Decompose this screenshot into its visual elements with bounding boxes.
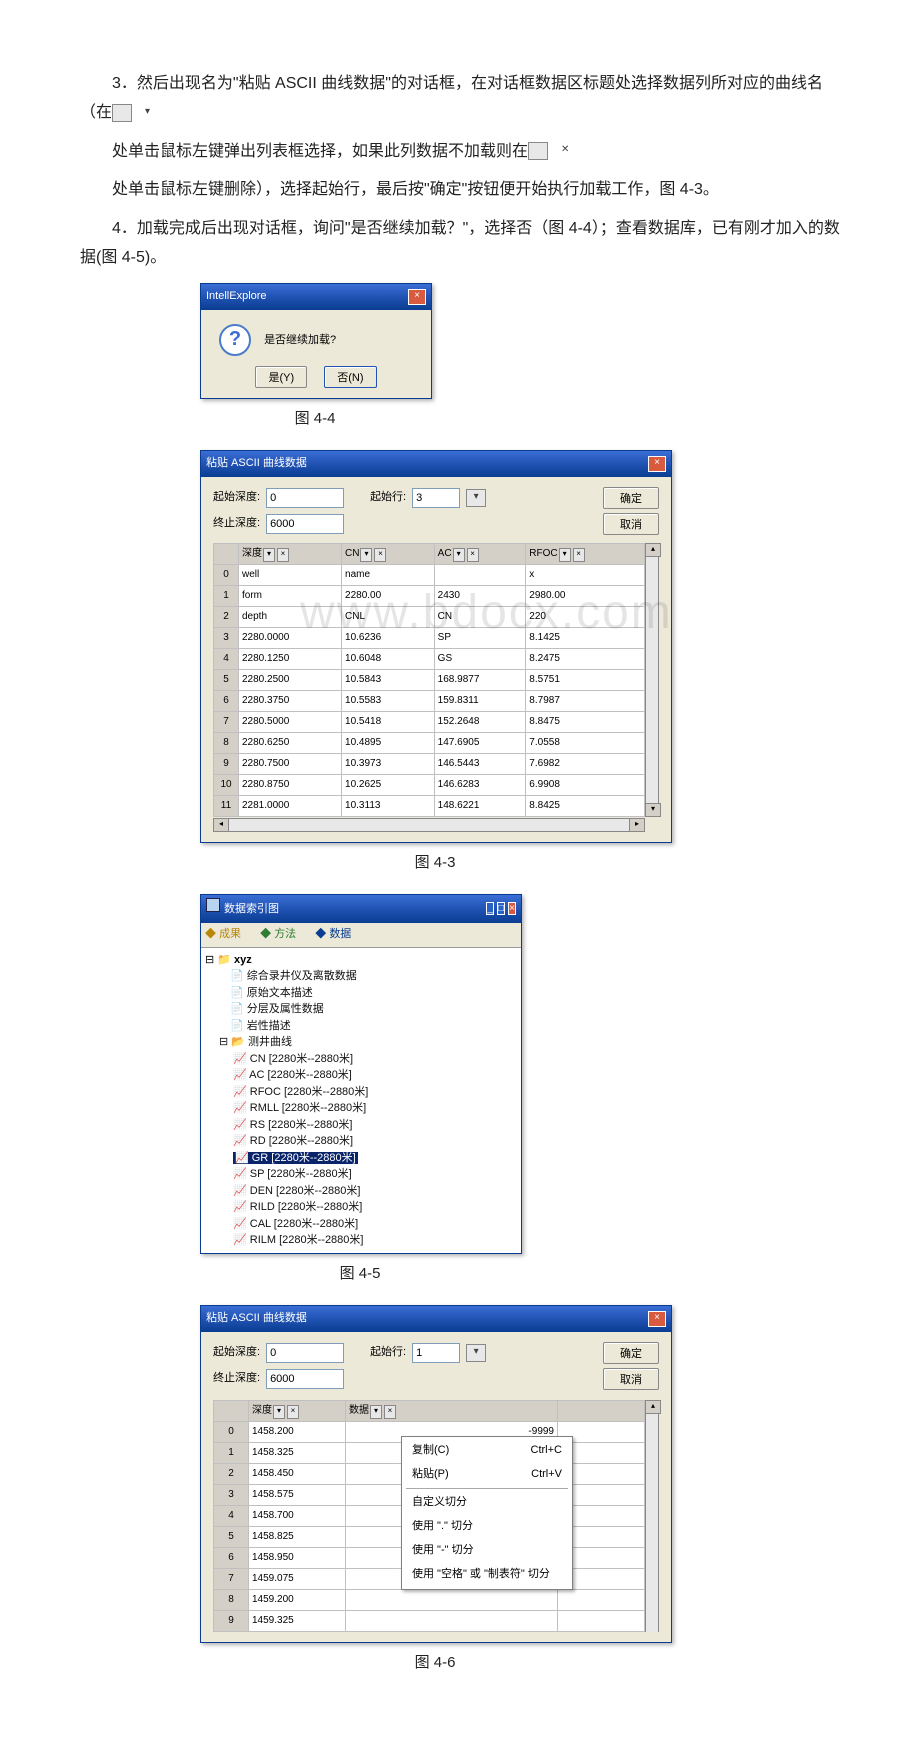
window-data-index: 数据索引图 _ □ × ◆ 成果 ◆ 方法 ◆ 数据 ⊟ 📁 xyz 📄 综合录… bbox=[200, 894, 522, 1254]
label-start-depth: 起始深度: bbox=[213, 1343, 260, 1363]
tab-bar: ◆ 成果 ◆ 方法 ◆ 数据 bbox=[201, 923, 521, 948]
titlebar[interactable]: IntellExplore × bbox=[201, 284, 431, 310]
close-icon[interactable]: × bbox=[648, 456, 666, 472]
dropdown-icon[interactable]: ▾ bbox=[466, 489, 486, 507]
close-icon[interactable]: × bbox=[508, 902, 516, 915]
menu-copy[interactable]: 复制(C)Ctrl+C bbox=[402, 1439, 572, 1463]
message-text: 是否继续加载? bbox=[264, 333, 336, 345]
label-start-row: 起始行: bbox=[370, 488, 406, 508]
label-start-row: 起始行: bbox=[370, 1343, 406, 1363]
label-end-depth: 终止深度: bbox=[213, 1369, 260, 1389]
tab-methods[interactable]: ◆ 方法 bbox=[260, 928, 304, 940]
start-depth-input[interactable] bbox=[266, 488, 344, 508]
data-grid[interactable]: 深度▾×CN▾×AC▾×RFOC▾×0wellnamex1form2280.00… bbox=[213, 543, 645, 817]
scroll-down-icon[interactable]: ▾ bbox=[645, 803, 661, 817]
menu-split-dot[interactable]: 使用 "." 切分 bbox=[402, 1515, 572, 1539]
paragraph-3c: 处单击鼠标左键删除），选择起始行，最后按"确定"按钮便开始执行加载工作，图 4-… bbox=[80, 176, 840, 205]
close-icon[interactable]: × bbox=[648, 1311, 666, 1327]
text: 3．然后出现名为"粘贴 ASCII 曲线数据"的对话框，在对话框数据区标题处选择… bbox=[80, 75, 823, 121]
question-icon: ? bbox=[219, 324, 251, 356]
no-button[interactable]: 否(N) bbox=[324, 366, 376, 388]
scroll-up-icon[interactable]: ▴ bbox=[645, 1400, 661, 1414]
cancel-button[interactable]: 取消 bbox=[603, 513, 659, 535]
maximize-icon[interactable]: □ bbox=[497, 902, 505, 915]
dialog-confirm-continue: IntellExplore × ? 是否继续加载? 是(Y) 否(N) bbox=[200, 283, 432, 400]
start-depth-input[interactable] bbox=[266, 1343, 344, 1363]
tab-results[interactable]: ◆ 成果 bbox=[205, 928, 249, 940]
ok-button[interactable]: 确定 bbox=[603, 1342, 659, 1364]
text: 处单击鼠标左键弹出列表框选择，如果此列数据不加载则在 bbox=[112, 143, 528, 160]
title-text: 粘贴 ASCII 曲线数据 bbox=[206, 454, 307, 474]
app-icon bbox=[206, 898, 220, 912]
start-row-input[interactable] bbox=[412, 1343, 460, 1363]
delete-icon: ✕ bbox=[528, 142, 548, 160]
end-depth-input[interactable] bbox=[266, 1369, 344, 1389]
titlebar[interactable]: 数据索引图 _ □ × bbox=[201, 895, 521, 923]
scroll-left-icon[interactable]: ◂ bbox=[213, 818, 229, 832]
scroll-up-icon[interactable]: ▴ bbox=[645, 543, 661, 557]
titlebar[interactable]: 粘贴 ASCII 曲线数据 × bbox=[201, 451, 671, 477]
menu-custom-split[interactable]: 自定义切分 bbox=[402, 1491, 572, 1515]
dialog-paste-ascii-46: 粘贴 ASCII 曲线数据 × 起始深度: 起始行: ▾ 确定 终止深度: 取消… bbox=[200, 1305, 672, 1643]
menu-split-dash[interactable]: 使用 "-" 切分 bbox=[402, 1539, 572, 1563]
menu-paste[interactable]: 粘贴(P)Ctrl+V bbox=[402, 1463, 572, 1487]
yes-button[interactable]: 是(Y) bbox=[255, 366, 307, 388]
caption-4-4: 图 4-4 bbox=[200, 405, 430, 432]
menu-split-space[interactable]: 使用 "空格" 或 "制表符" 切分 bbox=[402, 1563, 572, 1587]
tab-data[interactable]: ◆ 数据 bbox=[315, 928, 359, 940]
minimize-icon[interactable]: _ bbox=[486, 902, 494, 915]
dropdown-icon: ▾ bbox=[112, 104, 132, 122]
label-end-depth: 终止深度: bbox=[213, 514, 260, 534]
titlebar[interactable]: 粘贴 ASCII 曲线数据 × bbox=[201, 1306, 671, 1332]
caption-4-3: 图 4-3 bbox=[200, 849, 670, 876]
paragraph-3: 3．然后出现名为"粘贴 ASCII 曲线数据"的对话框，在对话框数据区标题处选择… bbox=[80, 70, 840, 128]
tree-view[interactable]: ⊟ 📁 xyz 📄 综合录井仪及离散数据 📄 原始文本描述 📄 分层及属性数据 … bbox=[201, 948, 521, 1253]
close-icon[interactable]: × bbox=[408, 289, 426, 305]
cancel-button[interactable]: 取消 bbox=[603, 1368, 659, 1390]
paragraph-4: 4．加载完成后出现对话框，询问"是否继续加载？"，选择否（图 4-4）；查看数据… bbox=[80, 215, 840, 273]
ok-button[interactable]: 确定 bbox=[603, 487, 659, 509]
caption-4-6: 图 4-6 bbox=[200, 1649, 670, 1676]
dialog-paste-ascii-43: 粘贴 ASCII 曲线数据 × 起始深度: 起始行: ▾ 确定 终止深度: 取消… bbox=[200, 450, 672, 843]
dropdown-icon[interactable]: ▾ bbox=[466, 1344, 486, 1362]
title-text: 粘贴 ASCII 曲线数据 bbox=[206, 1309, 307, 1329]
start-row-input[interactable] bbox=[412, 488, 460, 508]
paragraph-3b: 处单击鼠标左键弹出列表框选择，如果此列数据不加载则在✕ bbox=[80, 138, 840, 167]
label-start-depth: 起始深度: bbox=[213, 488, 260, 508]
title-text: IntellExplore bbox=[206, 287, 267, 307]
end-depth-input[interactable] bbox=[266, 514, 344, 534]
caption-4-5: 图 4-5 bbox=[200, 1260, 520, 1287]
title-text: 数据索引图 bbox=[224, 903, 279, 915]
scroll-right-icon[interactable]: ▸ bbox=[629, 818, 645, 832]
context-menu[interactable]: 复制(C)Ctrl+C 粘贴(P)Ctrl+V 自定义切分 使用 "." 切分 … bbox=[401, 1436, 573, 1590]
